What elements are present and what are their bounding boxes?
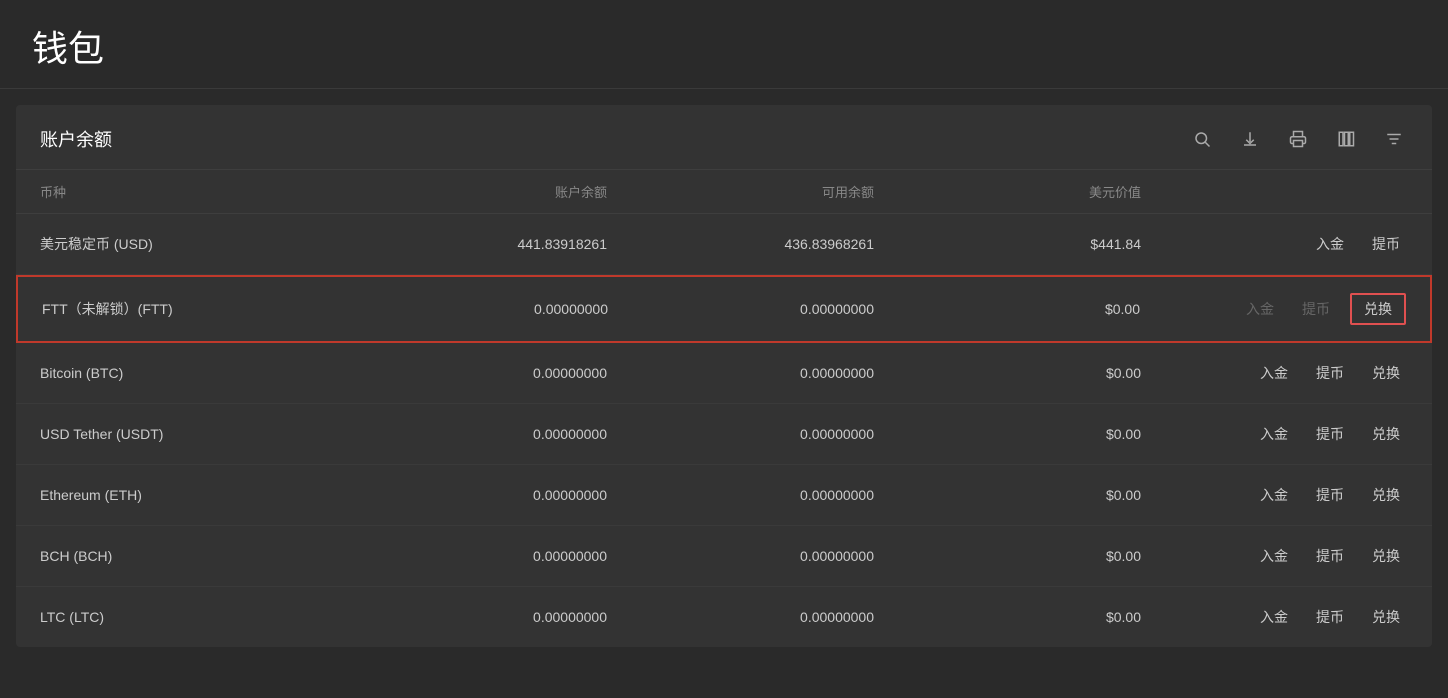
actions-btc: 入金 提币 兑换 [1141,359,1408,387]
usd-value-btc: $0.00 [874,365,1141,381]
usd-value-bch: $0.00 [874,548,1141,564]
usd-value-eth: $0.00 [874,487,1141,503]
actions-ltc: 入金 提币 兑换 [1141,603,1408,631]
exchange-btn-ltc[interactable]: 兑换 [1364,603,1408,631]
header-usd-value: 美元价值 [874,182,1141,201]
section-title: 账户余额 [40,126,112,152]
header-balance: 账户余额 [340,182,607,201]
withdraw-btn-ftt: 提币 [1294,295,1338,323]
available-eth: 0.00000000 [607,487,874,503]
columns-icon[interactable] [1332,125,1360,153]
table-row-btc: Bitcoin (BTC) 0.00000000 0.00000000 $0.0… [16,343,1432,404]
table-row-eth: Ethereum (ETH) 0.00000000 0.00000000 $0.… [16,465,1432,526]
exchange-btn-eth[interactable]: 兑换 [1364,481,1408,509]
deposit-btn-usdt[interactable]: 入金 [1252,420,1296,448]
currency-name-bch: BCH (BCH) [40,548,340,564]
actions-usd: 入金 提币 [1141,230,1408,258]
table-row-ltc: LTC (LTC) 0.00000000 0.00000000 $0.00 入金… [16,587,1432,647]
currency-name-ltc: LTC (LTC) [40,609,340,625]
balance-btc: 0.00000000 [340,365,607,381]
deposit-btn-usd[interactable]: 入金 [1308,230,1352,258]
download-icon[interactable] [1236,125,1264,153]
currency-name-usd: 美元稳定币 (USD) [40,234,340,254]
balance-usdt: 0.00000000 [340,426,607,442]
currency-name-ftt: FTT（未解锁）(FTT) [42,299,342,319]
currency-name-usdt: USD Tether (USDT) [40,426,340,442]
withdraw-btn-btc[interactable]: 提币 [1308,359,1352,387]
deposit-btn-eth[interactable]: 入金 [1252,481,1296,509]
exchange-btn-btc[interactable]: 兑换 [1364,359,1408,387]
account-balance-table: 币种 账户余额 可用余额 美元价值 美元稳定币 (USD) 441.839182… [16,170,1432,647]
currency-name-eth: Ethereum (ETH) [40,487,340,503]
header-available: 可用余额 [607,182,874,201]
usd-value-usdt: $0.00 [874,426,1141,442]
withdraw-btn-eth[interactable]: 提币 [1308,481,1352,509]
available-bch: 0.00000000 [607,548,874,564]
filter-icon[interactable] [1380,125,1408,153]
exchange-btn-bch[interactable]: 兑换 [1364,542,1408,570]
usd-value-ftt: $0.00 [874,301,1140,317]
page-header: 钱包 [0,0,1448,89]
table-row-ftt: FTT（未解锁）(FTT) 0.00000000 0.00000000 $0.0… [16,275,1432,343]
balance-usd: 441.83918261 [340,236,607,252]
balance-ftt: 0.00000000 [342,301,608,317]
table-row-bch: BCH (BCH) 0.00000000 0.00000000 $0.00 入金… [16,526,1432,587]
exchange-btn-usdt[interactable]: 兑换 [1364,420,1408,448]
page-title: 钱包 [32,20,1416,72]
currency-name-btc: Bitcoin (BTC) [40,365,340,381]
deposit-btn-ltc[interactable]: 入金 [1252,603,1296,631]
table-row-usdt: USD Tether (USDT) 0.00000000 0.00000000 … [16,404,1432,465]
available-usdt: 0.00000000 [607,426,874,442]
actions-eth: 入金 提币 兑换 [1141,481,1408,509]
deposit-btn-btc[interactable]: 入金 [1252,359,1296,387]
table-header: 币种 账户余额 可用余额 美元价值 [16,170,1432,214]
header-actions [1141,182,1408,201]
actions-bch: 入金 提币 兑换 [1141,542,1408,570]
usd-value-usd: $441.84 [874,236,1141,252]
table-row: 美元稳定币 (USD) 441.83918261 436.83968261 $4… [16,214,1432,275]
available-btc: 0.00000000 [607,365,874,381]
usd-value-ltc: $0.00 [874,609,1141,625]
exchange-btn-ftt[interactable]: 兑换 [1350,293,1406,325]
available-ltc: 0.00000000 [607,609,874,625]
toolbar-icons [1188,125,1408,153]
available-usd: 436.83968261 [607,236,874,252]
deposit-btn-bch[interactable]: 入金 [1252,542,1296,570]
actions-usdt: 入金 提币 兑换 [1141,420,1408,448]
withdraw-btn-usd[interactable]: 提币 [1364,230,1408,258]
withdraw-btn-bch[interactable]: 提币 [1308,542,1352,570]
header-currency: 币种 [40,182,340,201]
available-ftt: 0.00000000 [608,301,874,317]
withdraw-btn-usdt[interactable]: 提币 [1308,420,1352,448]
balance-ltc: 0.00000000 [340,609,607,625]
balance-eth: 0.00000000 [340,487,607,503]
balance-bch: 0.00000000 [340,548,607,564]
deposit-btn-ftt: 入金 [1238,295,1282,323]
main-content: 账户余额 [16,105,1432,647]
search-icon[interactable] [1188,125,1216,153]
withdraw-btn-ltc[interactable]: 提币 [1308,603,1352,631]
print-icon[interactable] [1284,125,1312,153]
actions-ftt: 入金 提币 兑换 [1140,293,1406,325]
section-header: 账户余额 [16,105,1432,170]
